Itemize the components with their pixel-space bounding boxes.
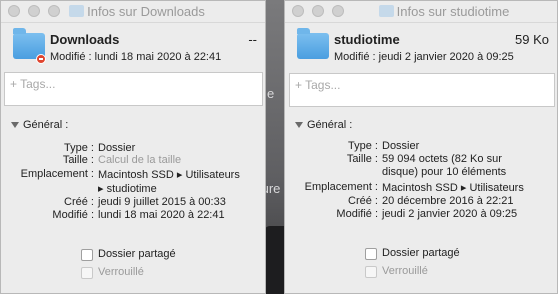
disclosure-triangle-icon (295, 122, 303, 128)
restricted-badge-icon (36, 54, 46, 64)
info-label: Emplacement : (304, 181, 378, 193)
info-value: Calcul de la taille (98, 154, 182, 166)
folder-icon (378, 5, 394, 17)
window-title-text: Infos sur Downloads (87, 4, 205, 19)
window-title: Infos sur Downloads (1, 4, 265, 19)
disclosure-triangle-icon (11, 122, 19, 128)
info-value: Dossier (98, 142, 136, 154)
desktop-label-fragment: e (267, 86, 275, 101)
info-label: Emplacement : (20, 168, 94, 180)
info-label: Créé : (348, 195, 378, 207)
info-label: Type : (64, 142, 94, 154)
info-label: Créé : (64, 196, 94, 208)
desktop-dark-tile (264, 226, 284, 294)
locked-label: Verrouillé (382, 265, 428, 277)
info-value: Macintosh SSD ▸ Utilisateurs (98, 169, 240, 181)
locked-checkbox[interactable] (365, 266, 377, 278)
info-value: disque) pour 10 éléments (382, 166, 507, 178)
title-bar: Infos sur studiotime (285, 1, 557, 23)
info-label: Taille : (62, 154, 94, 166)
info-value: jeudi 2 janvier 2020 à 09:25 (382, 208, 518, 220)
info-value: ▸ studiotime (98, 183, 157, 195)
folder-icon (69, 5, 85, 17)
folder-icon (297, 28, 329, 59)
item-modified: Modifié : lundi 18 mai 2020 à 22:41 (50, 51, 222, 63)
section-general-toggle[interactable]: Général : (295, 119, 352, 131)
info-label: Type : (348, 140, 378, 152)
info-value: Macintosh SSD ▸ Utilisateurs (382, 182, 524, 194)
item-modified: Modifié : jeudi 2 janvier 2020 à 09:25 (334, 51, 514, 63)
info-window-downloads: Infos sur Downloads Downloads -- Modifié… (0, 0, 266, 294)
tags-input[interactable]: + Tags... (289, 73, 555, 107)
info-value: 20 décembre 2016 à 22:21 (382, 195, 514, 207)
info-value: lundi 18 mai 2020 à 22:41 (98, 209, 225, 221)
tags-input[interactable]: + Tags... (4, 72, 263, 106)
item-header: Downloads -- Modifié : lundi 18 mai 2020… (1, 23, 265, 69)
shared-folder-label: Dossier partagé (98, 248, 176, 260)
window-title-text: Infos sur studiotime (396, 4, 510, 19)
info-value: 59 094 octets (82 Ko sur (382, 153, 502, 165)
info-value: Dossier (382, 140, 420, 152)
info-window-studiotime: Infos sur studiotime studiotime 59 Ko Mo… (284, 0, 558, 294)
locked-checkbox[interactable] (81, 267, 93, 279)
info-value: jeudi 9 juillet 2015 à 00:33 (98, 196, 226, 208)
locked-label: Verrouillé (98, 266, 144, 278)
item-header: studiotime 59 Ko Modifié : jeudi 2 janvi… (285, 23, 557, 69)
section-general-toggle[interactable]: Général : (11, 119, 68, 131)
window-title: Infos sur studiotime (285, 4, 557, 19)
item-name: Downloads (50, 32, 120, 47)
section-title: Général : (23, 119, 69, 131)
shared-folder-label: Dossier partagé (382, 247, 460, 259)
item-size: -- (248, 32, 257, 47)
shared-folder-checkbox[interactable] (365, 248, 377, 260)
title-bar: Infos sur Downloads (1, 1, 265, 23)
section-title: Général : (307, 119, 353, 131)
info-label: Modifié : (336, 208, 378, 220)
info-label: Modifié : (52, 209, 94, 221)
info-label: Taille : (346, 153, 378, 165)
item-name: studiotime (334, 32, 400, 47)
shared-folder-checkbox[interactable] (81, 249, 93, 261)
item-size: 59 Ko (515, 32, 549, 47)
